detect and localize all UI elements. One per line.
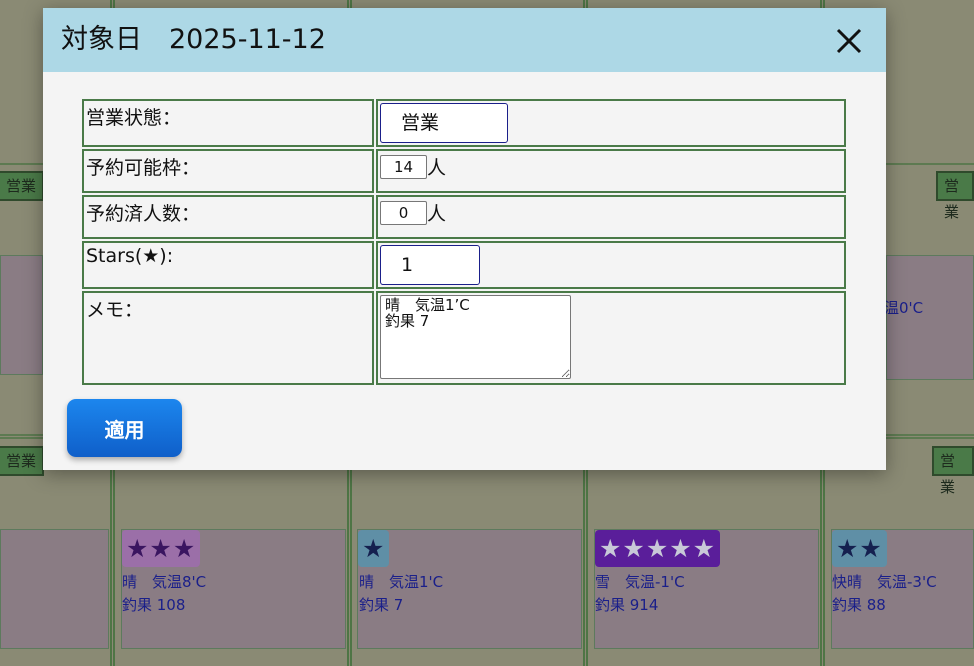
capacity-unit: 人 — [427, 157, 447, 179]
dialog-header: 対象日 2025-11-12 — [43, 8, 886, 72]
status-select[interactable]: 営業 — [380, 103, 508, 143]
weather-text: 快晴 気温-3'C — [832, 573, 937, 591]
form-row-booked: 予約済人数： 0人 — [82, 195, 846, 239]
weather-text: 雪 気温-1'C — [595, 573, 685, 591]
status-cell: 営業 — [376, 99, 846, 147]
booked-label: 予約済人数： — [82, 195, 374, 239]
memo-box — [0, 529, 109, 649]
booked-input[interactable]: 0 — [380, 200, 427, 225]
stars-badge: ★ — [358, 530, 390, 567]
memo-textarea[interactable]: 晴 気温1’C 釣果 7 — [380, 295, 571, 379]
status-tag[interactable]: 営業 — [936, 171, 974, 221]
weather-text: 晴 気温1'C — [359, 573, 444, 591]
form-row-status: 営業状態： 営業 — [82, 99, 846, 147]
capacity-label: 予約可能枠： — [82, 149, 374, 193]
form-row-memo: メモ： 晴 気温1’C 釣果 7 — [82, 291, 846, 385]
catch-text: 釣果 914 — [595, 596, 659, 614]
apply-button[interactable]: 適用 — [67, 399, 182, 457]
status-tag[interactable]: 営業 — [932, 446, 974, 496]
stars-select[interactable]: 1 — [380, 245, 480, 285]
capacity-cell: 14 人 — [376, 149, 846, 193]
booked-unit: 人 — [427, 203, 447, 225]
dialog-title: 対象日 2025-11-12 — [61, 24, 326, 55]
status-label: 営業状態： — [82, 99, 374, 147]
memo-cell: 晴 気温1’C 釣果 7 — [376, 291, 846, 385]
weather-text: 晴 気温8'C — [122, 573, 207, 591]
stars-badge: ★★ — [832, 530, 887, 567]
catch-text: 釣果 88 — [832, 596, 886, 614]
stars-cell: 1 — [376, 241, 846, 289]
capacity-input[interactable]: 14 — [380, 154, 427, 179]
memo-box — [0, 255, 43, 375]
stars-badge: ★★★★★ — [595, 530, 721, 567]
close-button[interactable] — [832, 24, 866, 58]
stars-badge: ★★★ — [122, 530, 201, 567]
status-tag[interactable]: 営業 — [0, 446, 45, 476]
catch-text: 釣果 108 — [122, 596, 186, 614]
form-row-stars: Stars(★): 1 — [82, 241, 846, 289]
close-icon — [836, 28, 862, 54]
booked-cell: 0人 — [376, 195, 846, 239]
form-row-capacity: 予約可能枠： 14 人 — [82, 149, 846, 193]
date-edit-dialog: 対象日 2025-11-12 営業状態： 営業 予約可能枠： 14 人 予約済人数… — [43, 8, 886, 470]
status-tag[interactable]: 営業 — [0, 171, 45, 201]
edit-form-table: 営業状態： 営業 予約可能枠： 14 人 予約済人数： 0人 Stars(★): … — [80, 97, 848, 387]
weather-text: 温0'C — [884, 299, 924, 317]
catch-text: 釣果 7 — [359, 596, 404, 614]
memo-label: メモ： — [82, 291, 374, 385]
stars-label: Stars(★): — [82, 241, 374, 289]
